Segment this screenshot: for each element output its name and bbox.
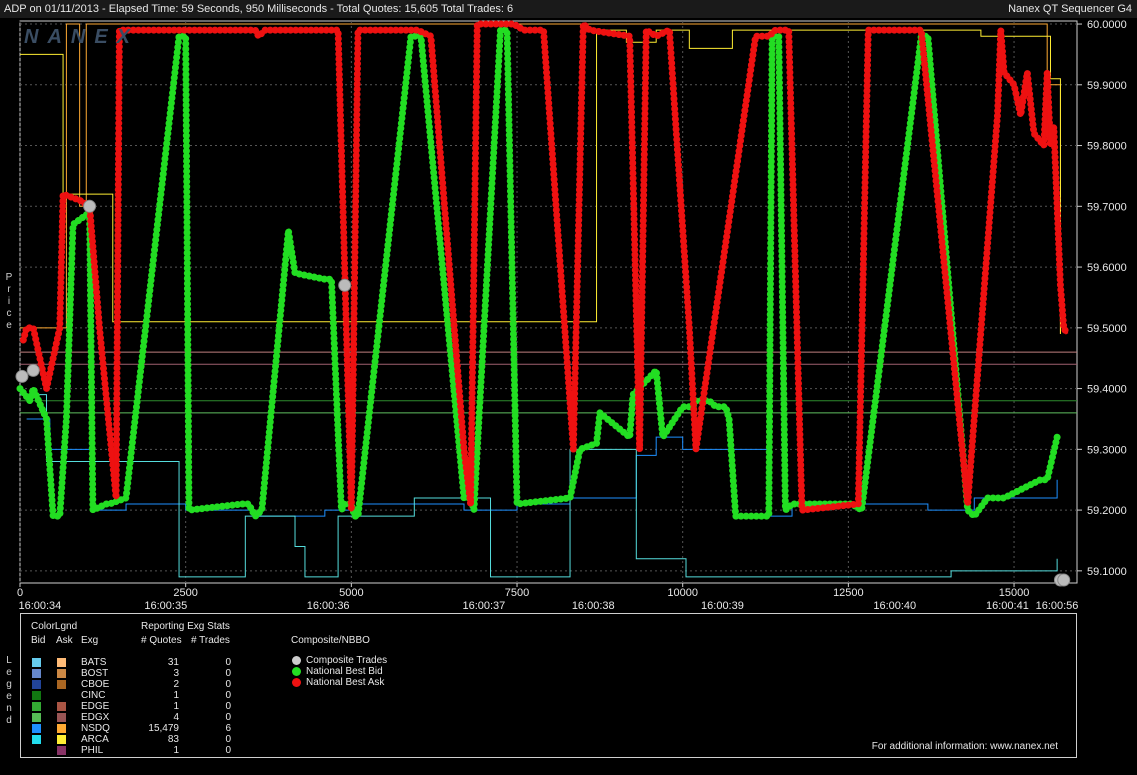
x-time-label: 16:00:40 <box>873 600 916 612</box>
bid-color-swatch <box>32 713 41 722</box>
ask-color-swatch <box>57 713 66 722</box>
y-tick-label: 60.0000 <box>1087 19 1127 31</box>
exchange-name: CBOE <box>81 679 110 690</box>
y-tick-label: 59.2000 <box>1087 505 1127 517</box>
x-time-label: 16:00:34 <box>18 600 61 612</box>
exchange-quote-count: 3 <box>173 668 179 679</box>
x-time-label: 16:00:36 <box>307 600 350 612</box>
composite-legend-marker <box>292 667 301 676</box>
composite-legend-label: National Best Ask <box>306 677 385 688</box>
ask-color-swatch <box>57 724 66 733</box>
y-tick-label: 59.6000 <box>1087 262 1127 274</box>
exchange-name: EDGX <box>81 712 110 723</box>
legend-side-label: Legend <box>6 655 12 726</box>
exchange-quote-count: 1 <box>173 701 179 712</box>
legend-exg-header: Exg <box>81 635 99 646</box>
x-tick-label: 0 <box>17 587 23 599</box>
composite-legend-marker <box>292 656 301 665</box>
ask-color-swatch <box>57 735 66 744</box>
x-tick-label: 7500 <box>505 587 529 599</box>
bid-color-swatch <box>32 691 41 700</box>
ask-color-swatch <box>57 746 66 755</box>
exchange-trade-count: 6 <box>225 723 231 734</box>
exchange-trade-count: 0 <box>225 690 231 701</box>
legend-composite-header: Composite/NBBO <box>291 635 370 646</box>
exchange-name: ARCA <box>81 734 109 745</box>
exchange-trade-count: 0 <box>225 734 231 745</box>
legend-footer: For additional information: www.nanex.ne… <box>871 741 1058 752</box>
x-time-label: 16:00:41 <box>986 600 1029 612</box>
y-tick-label: 59.9000 <box>1087 80 1127 92</box>
exchange-trade-count: 0 <box>225 668 231 679</box>
x-tick-label: 10000 <box>667 587 698 599</box>
composite-trade-point <box>1057 573 1071 587</box>
composite-legend-marker <box>292 678 301 687</box>
bid-color-swatch <box>32 746 41 755</box>
x-tick-label: 5000 <box>339 587 363 599</box>
composite-trade-point <box>338 278 352 292</box>
bid-color-swatch <box>32 702 41 711</box>
x-time-label: 16:00:37 <box>462 600 505 612</box>
y-tick-label: 59.4000 <box>1087 384 1127 396</box>
legend-reporting-header: Reporting Exg Stats <box>141 621 230 632</box>
ask-color-swatch <box>57 702 66 711</box>
exchange-name: NSDQ <box>81 723 110 734</box>
nanex-logo: NANEX <box>24 26 140 48</box>
bid-color-swatch <box>32 735 41 744</box>
legend-colorlgnd-header: ColorLgnd <box>31 621 78 632</box>
exchange-name: EDGE <box>81 701 110 712</box>
composite-trade-point <box>26 363 40 377</box>
x-tick-label: 12500 <box>833 587 864 599</box>
y-axis-ticks: 60.0000 59.9000 59.8000 59.7000 59.6000 59.50… <box>1077 19 1127 578</box>
price-chart[interactable]: 60.0000 59.9000 59.8000 59.7000 59.6000 59.50… <box>0 0 1137 612</box>
exchange-trade-count: 0 <box>225 679 231 690</box>
exchange-name: BOST <box>81 668 109 679</box>
legend-ask-header: Ask <box>56 635 73 646</box>
y-tick-label: 59.3000 <box>1087 444 1127 456</box>
ask-color-swatch <box>57 680 66 689</box>
exchange-quote-count: 83 <box>167 734 179 745</box>
x-time-label: 16:00:39 <box>701 600 744 612</box>
exchange-name: PHIL <box>81 745 104 756</box>
exchange-quote-count: 2 <box>173 679 179 690</box>
x-time-label: 16:00:56 <box>1036 600 1079 612</box>
legend-bid-header: Bid <box>31 635 46 646</box>
exchange-quote-count: 4 <box>173 712 179 723</box>
bid-color-swatch <box>32 724 41 733</box>
composite-legend-label: Composite Trades <box>306 655 388 666</box>
ask-color-swatch <box>57 669 66 678</box>
composite-trade-point <box>15 369 29 383</box>
ask-color-swatch <box>57 658 66 667</box>
exchange-name: CINC <box>81 690 106 701</box>
bid-color-swatch <box>32 658 41 667</box>
exchange-trade-count: 0 <box>225 745 231 756</box>
exchange-quote-count: 1 <box>173 690 179 701</box>
exchange-name: BATS <box>81 657 107 668</box>
y-tick-label: 59.8000 <box>1087 141 1127 153</box>
bid-color-swatch <box>32 669 41 678</box>
y-tick-label: 59.7000 <box>1087 201 1127 213</box>
composite-trade-point <box>83 199 97 213</box>
legend-trades-header: # Trades <box>191 635 230 646</box>
x-axis-ticks: 0 2500 5000 7500 10000 12500 15000 16:00:34 16:0… <box>17 583 1078 612</box>
legend-panel: ColorLgnd Bid Ask Exg Reporting Exg Stat… <box>20 613 1077 758</box>
exchange-trade-count: 0 <box>225 701 231 712</box>
exchange-quote-count: 1 <box>173 745 179 756</box>
x-time-label: 16:00:35 <box>144 600 187 612</box>
exchange-quote-count: 31 <box>167 657 179 668</box>
x-tick-label: 2500 <box>173 587 197 599</box>
exchange-trade-count: 0 <box>225 657 231 668</box>
x-tick-label: 15000 <box>999 587 1030 599</box>
composite-legend-label: National Best Bid <box>306 666 383 677</box>
exchange-quote-count: 15,479 <box>148 723 179 734</box>
y-tick-label: 59.5000 <box>1087 323 1127 335</box>
ask-color-swatch <box>57 691 66 700</box>
legend-quotes-header: # Quotes <box>141 635 182 646</box>
exchange-trade-count: 0 <box>225 712 231 723</box>
x-time-label: 16:00:38 <box>572 600 615 612</box>
y-tick-label: 59.1000 <box>1087 566 1127 578</box>
bid-color-swatch <box>32 680 41 689</box>
